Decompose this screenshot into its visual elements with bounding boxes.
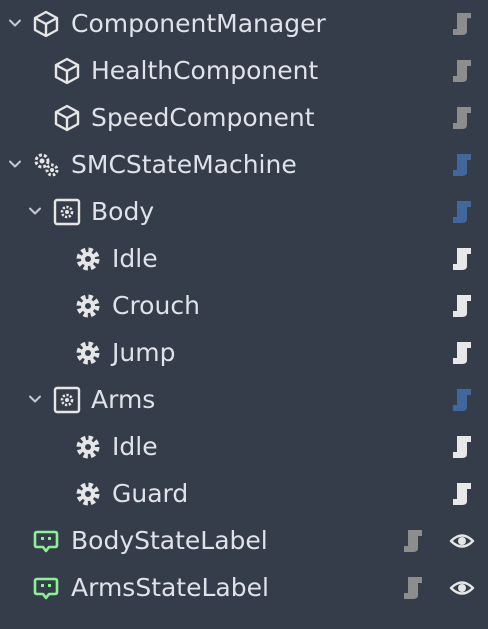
gear-icon (76, 482, 100, 506)
tree-item-label: Idle (112, 432, 158, 461)
script-icon[interactable] (400, 575, 426, 601)
tree-item-arms-guard[interactable]: Guard (0, 470, 488, 517)
tree-item-body-crouch[interactable]: Crouch (0, 282, 488, 329)
label-icon (33, 530, 59, 553)
tree-item-label: ArmsStateLabel (71, 573, 269, 602)
gear-icon (76, 435, 100, 459)
script-icon[interactable] (449, 11, 475, 37)
tree-item-body-jump[interactable]: Jump (0, 329, 488, 376)
script-icon[interactable] (449, 387, 475, 413)
script-icon[interactable] (449, 152, 475, 178)
tree-item-label: ComponentManager (71, 9, 326, 38)
state-box-icon (53, 198, 81, 226)
script-icon[interactable] (449, 246, 475, 272)
tree-item-body-state-label[interactable]: BodyStateLabel (0, 517, 488, 564)
tree-item-label: Jump (112, 338, 176, 367)
tree-item-speed-component[interactable]: SpeedComponent (0, 94, 488, 141)
gear-icon (76, 294, 100, 318)
tree-item-arms-state-label[interactable]: ArmsStateLabel (0, 564, 488, 611)
gear-icon (76, 341, 100, 365)
gear-icon (76, 247, 100, 271)
tree-item-label: Guard (112, 479, 189, 508)
tree-item-body[interactable]: Body (0, 188, 488, 235)
eye-icon[interactable] (449, 576, 475, 600)
chevron-down-icon[interactable] (8, 16, 22, 30)
script-icon[interactable] (449, 293, 475, 319)
tree-item-label: SMCStateMachine (71, 150, 297, 179)
chevron-down-icon[interactable] (8, 157, 22, 171)
script-icon[interactable] (449, 481, 475, 507)
tree-item-smc-state-machine[interactable]: SMCStateMachine (0, 141, 488, 188)
tree-item-body-idle[interactable]: Idle (0, 235, 488, 282)
script-icon[interactable] (449, 199, 475, 225)
box-icon (33, 10, 59, 38)
tree-item-health-component[interactable]: HealthComponent (0, 47, 488, 94)
state-box-icon (53, 386, 81, 414)
scene-tree: ComponentManager HealthComponent SpeedCo… (0, 0, 488, 629)
tree-item-label: BodyStateLabel (71, 526, 268, 555)
script-icon[interactable] (449, 58, 475, 84)
tree-item-arms-idle[interactable]: Idle (0, 423, 488, 470)
eye-icon[interactable] (449, 529, 475, 553)
state-machine-icon (34, 153, 59, 177)
box-icon (54, 104, 80, 132)
tree-item-label: SpeedComponent (91, 103, 315, 132)
tree-item-label: HealthComponent (91, 56, 319, 85)
script-icon[interactable] (449, 105, 475, 131)
script-icon[interactable] (449, 340, 475, 366)
label-icon (33, 577, 59, 600)
tree-item-label: Arms (91, 385, 156, 414)
tree-item-component-manager[interactable]: ComponentManager (0, 0, 488, 47)
chevron-down-icon[interactable] (28, 392, 42, 406)
script-icon[interactable] (400, 528, 426, 554)
chevron-down-icon[interactable] (28, 204, 42, 218)
script-icon[interactable] (449, 434, 475, 460)
tree-item-label: Body (91, 197, 155, 226)
tree-item-label: Crouch (112, 291, 200, 320)
tree-item-arms[interactable]: Arms (0, 376, 488, 423)
tree-item-label: Idle (112, 244, 158, 273)
box-icon (54, 57, 80, 85)
